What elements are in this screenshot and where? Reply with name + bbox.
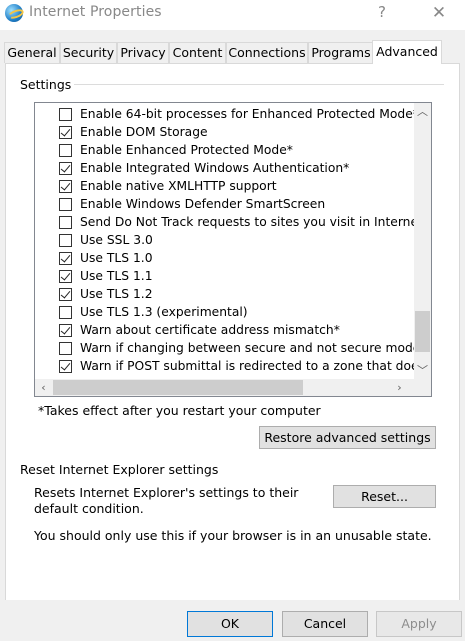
setting-row[interactable]: Enable native XMLHTTP support <box>35 178 411 196</box>
tab-connections[interactable]: Connections <box>226 42 308 63</box>
setting-row[interactable]: Warn if POST submittal is redirected to … <box>35 358 431 376</box>
internet-globe-icon <box>5 4 23 22</box>
settings-list[interactable]: Enable 64-bit processes for Enhanced Pro… <box>34 102 432 397</box>
checkmark-icon <box>60 180 71 191</box>
checkmark-icon <box>60 360 71 371</box>
setting-row[interactable]: Use TLS 1.3 (experimental) <box>35 304 411 322</box>
tab-advanced[interactable]: Advanced <box>372 40 442 64</box>
checkmark-icon <box>60 324 71 335</box>
horizontal-scroll-thumb[interactable] <box>53 380 303 395</box>
vertical-scrollbar[interactable]: ︿ ﹀ <box>414 103 431 379</box>
restart-note: *Takes effect after you restart your com… <box>38 403 321 418</box>
setting-label: Warn about certificate address mismatch* <box>80 323 340 337</box>
setting-row[interactable]: Enable 64-bit processes for Enhanced Pro… <box>35 106 419 124</box>
reset-description: Resets Internet Explorer's settings to t… <box>34 485 299 516</box>
setting-label: Warn if POST submittal is redirected to … <box>80 359 432 373</box>
setting-row[interactable]: Use SSL 3.0 <box>35 232 411 250</box>
dialog-footer: OK Cancel Apply <box>0 600 465 641</box>
tab-security[interactable]: Security <box>60 42 117 63</box>
settings-group-divider <box>72 84 444 85</box>
title-bar: Internet Properties ? ✕ <box>0 0 465 30</box>
setting-checkbox[interactable] <box>59 342 72 355</box>
setting-checkbox[interactable] <box>59 198 72 211</box>
setting-checkbox[interactable] <box>59 216 72 229</box>
cancel-button[interactable]: Cancel <box>282 611 368 637</box>
setting-checkbox[interactable] <box>59 306 72 319</box>
horizontal-scrollbar[interactable]: ‹ › <box>35 379 414 396</box>
setting-label: Use SSL 3.0 <box>80 233 153 247</box>
setting-checkbox[interactable] <box>59 270 72 283</box>
tab-programs[interactable]: Programs <box>308 42 374 63</box>
reset-button[interactable]: Reset... <box>333 485 436 508</box>
ok-button[interactable]: OK <box>187 611 273 637</box>
setting-label: Enable 64-bit processes for Enhanced Pro… <box>80 107 419 121</box>
help-button[interactable]: ? <box>374 3 390 21</box>
setting-row[interactable]: Enable Integrated Windows Authentication… <box>35 160 411 178</box>
setting-row[interactable]: Use TLS 1.1 <box>35 268 411 286</box>
setting-label: Send Do Not Track requests to sites you … <box>80 215 432 229</box>
setting-checkbox[interactable] <box>59 252 72 265</box>
setting-row[interactable]: Send Do Not Track requests to sites you … <box>35 214 431 232</box>
setting-checkbox[interactable] <box>59 324 72 337</box>
tab-privacy[interactable]: Privacy <box>117 42 169 63</box>
checkmark-icon <box>60 252 71 263</box>
setting-label: Enable native XMLHTTP support <box>80 179 277 193</box>
setting-checkbox[interactable] <box>59 162 72 175</box>
setting-label: Use TLS 1.2 <box>80 287 153 301</box>
apply-button[interactable]: Apply <box>376 611 462 637</box>
setting-checkbox[interactable] <box>59 108 72 121</box>
setting-checkbox[interactable] <box>59 180 72 193</box>
tab-general[interactable]: General <box>4 42 60 63</box>
tab-content[interactable]: Content <box>169 42 226 63</box>
setting-label: Enable Enhanced Protected Mode* <box>80 143 293 157</box>
setting-row[interactable]: Enable Enhanced Protected Mode* <box>35 142 411 160</box>
setting-label: Enable Integrated Windows Authentication… <box>80 161 350 175</box>
setting-label: Enable DOM Storage <box>80 125 208 139</box>
setting-checkbox[interactable] <box>59 360 72 373</box>
setting-row[interactable]: Use TLS 1.0 <box>35 250 411 268</box>
setting-row[interactable]: Use TLS 1.2 <box>35 286 411 304</box>
setting-row[interactable]: Enable DOM Storage <box>35 124 411 142</box>
setting-label: Use TLS 1.0 <box>80 251 153 265</box>
setting-row[interactable]: Enable Windows Defender SmartScreen <box>35 196 411 214</box>
reset-warning: You should only use this if your browser… <box>34 528 432 543</box>
setting-label: Use TLS 1.3 (experimental) <box>80 305 248 319</box>
window-title: Internet Properties <box>29 4 162 20</box>
advanced-panel: Settings Enable 64-bit processes for Enh… <box>5 63 460 601</box>
checkmark-icon <box>60 162 71 173</box>
setting-checkbox[interactable] <box>59 234 72 247</box>
setting-checkbox[interactable] <box>59 144 72 157</box>
scrollbar-corner <box>414 379 431 396</box>
close-button[interactable]: ✕ <box>430 3 448 23</box>
scroll-up-icon[interactable]: ︿ <box>414 103 431 120</box>
setting-label: Warn if changing between secure and not … <box>80 341 421 355</box>
setting-row[interactable]: Warn about certificate address mismatch* <box>35 322 411 340</box>
setting-label: Use TLS 1.1 <box>80 269 153 283</box>
scroll-right-icon[interactable]: › <box>391 379 408 396</box>
setting-checkbox[interactable] <box>59 288 72 301</box>
setting-checkbox[interactable] <box>59 126 72 139</box>
reset-group-label: Reset Internet Explorer settings <box>20 462 219 477</box>
settings-group-label: Settings <box>20 77 75 92</box>
tab-strip: General Security Privacy Content Connect… <box>0 40 465 64</box>
setting-row[interactable]: Warn if changing between secure and not … <box>35 340 420 358</box>
setting-label: Enable Windows Defender SmartScreen <box>80 197 326 211</box>
checkmark-icon <box>60 270 71 281</box>
checkmark-icon <box>60 288 71 299</box>
restore-advanced-settings-button[interactable]: Restore advanced settings <box>259 426 436 449</box>
scroll-down-icon[interactable]: ﹀ <box>414 362 431 379</box>
checkmark-icon <box>60 126 71 137</box>
scroll-left-icon[interactable]: ‹ <box>35 379 52 396</box>
vertical-scroll-thumb[interactable] <box>415 311 430 352</box>
